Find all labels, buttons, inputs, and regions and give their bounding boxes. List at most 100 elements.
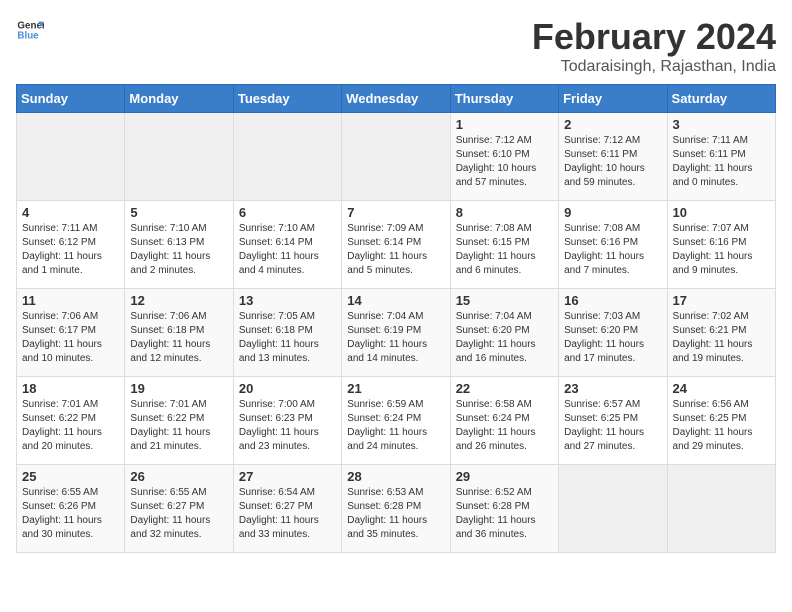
logo-icon: General Blue xyxy=(16,16,44,44)
day-info: Sunrise: 7:11 AM Sunset: 6:12 PM Dayligh… xyxy=(22,222,119,278)
day-info: Sunrise: 7:06 AM Sunset: 6:17 PM Dayligh… xyxy=(22,310,119,366)
day-number: 25 xyxy=(22,469,119,484)
day-number: 2 xyxy=(564,117,661,132)
day-info: Sunrise: 6:59 AM Sunset: 6:24 PM Dayligh… xyxy=(347,398,444,454)
col-header-friday: Friday xyxy=(559,85,667,113)
svg-text:Blue: Blue xyxy=(17,30,39,41)
day-info: Sunrise: 7:02 AM Sunset: 6:21 PM Dayligh… xyxy=(673,310,770,366)
calendar-cell: 11 Sunrise: 7:06 AM Sunset: 6:17 PM Dayli… xyxy=(17,289,125,377)
day-info: Sunrise: 7:09 AM Sunset: 6:14 PM Dayligh… xyxy=(347,222,444,278)
day-number: 23 xyxy=(564,381,661,396)
calendar-cell: 2 Sunrise: 7:12 AM Sunset: 6:11 PM Daylig… xyxy=(559,113,667,201)
day-number: 4 xyxy=(22,205,119,220)
day-info: Sunrise: 7:08 AM Sunset: 6:15 PM Dayligh… xyxy=(456,222,553,278)
day-number: 8 xyxy=(456,205,553,220)
day-number: 20 xyxy=(239,381,336,396)
day-number: 28 xyxy=(347,469,444,484)
calendar-cell: 20 Sunrise: 7:00 AM Sunset: 6:23 PM Dayli… xyxy=(233,377,341,465)
col-header-thursday: Thursday xyxy=(450,85,558,113)
calendar-week-row: 1Sunrise: 7:12 AM Sunset: 6:10 PM Daylig… xyxy=(17,113,776,201)
day-info: Sunrise: 6:55 AM Sunset: 6:27 PM Dayligh… xyxy=(130,486,227,542)
calendar-cell: 26Sunrise: 6:55 AM Sunset: 6:27 PM Dayli… xyxy=(125,465,233,553)
calendar-cell: 7 Sunrise: 7:09 AM Sunset: 6:14 PM Daylig… xyxy=(342,201,450,289)
day-number: 24 xyxy=(673,381,770,396)
calendar-cell: 6Sunrise: 7:10 AM Sunset: 6:14 PM Daylig… xyxy=(233,201,341,289)
day-info: Sunrise: 7:10 AM Sunset: 6:14 PM Dayligh… xyxy=(239,222,336,278)
calendar-cell xyxy=(17,113,125,201)
calendar-cell: 25Sunrise: 6:55 AM Sunset: 6:26 PM Dayli… xyxy=(17,465,125,553)
day-info: Sunrise: 7:04 AM Sunset: 6:20 PM Dayligh… xyxy=(456,310,553,366)
calendar-week-row: 11 Sunrise: 7:06 AM Sunset: 6:17 PM Dayli… xyxy=(17,289,776,377)
calendar-cell: 4 Sunrise: 7:11 AM Sunset: 6:12 PM Daylig… xyxy=(17,201,125,289)
logo: General Blue xyxy=(16,16,44,44)
day-number: 1 xyxy=(456,117,553,132)
calendar-header-row: SundayMondayTuesdayWednesdayThursdayFrid… xyxy=(17,85,776,113)
day-number: 5 xyxy=(130,205,227,220)
calendar-cell: 3 Sunrise: 7:11 AM Sunset: 6:11 PM Daylig… xyxy=(667,113,775,201)
calendar-cell: 14 Sunrise: 7:04 AM Sunset: 6:19 PM Dayli… xyxy=(342,289,450,377)
calendar-cell: 8 Sunrise: 7:08 AM Sunset: 6:15 PM Daylig… xyxy=(450,201,558,289)
calendar-cell: 13 Sunrise: 7:05 AM Sunset: 6:18 PM Dayli… xyxy=(233,289,341,377)
calendar-week-row: 25Sunrise: 6:55 AM Sunset: 6:26 PM Dayli… xyxy=(17,465,776,553)
calendar-cell: 28 Sunrise: 6:53 AM Sunset: 6:28 PM Dayli… xyxy=(342,465,450,553)
day-number: 21 xyxy=(347,381,444,396)
day-number: 9 xyxy=(564,205,661,220)
day-number: 7 xyxy=(347,205,444,220)
day-number: 18 xyxy=(22,381,119,396)
calendar-cell: 18 Sunrise: 7:01 AM Sunset: 6:22 PM Dayli… xyxy=(17,377,125,465)
day-info: Sunrise: 6:53 AM Sunset: 6:28 PM Dayligh… xyxy=(347,486,444,542)
day-info: Sunrise: 7:06 AM Sunset: 6:18 PM Dayligh… xyxy=(130,310,227,366)
calendar-cell: 22 Sunrise: 6:58 AM Sunset: 6:24 PM Dayli… xyxy=(450,377,558,465)
day-info: Sunrise: 6:52 AM Sunset: 6:28 PM Dayligh… xyxy=(456,486,553,542)
calendar-cell: 5 Sunrise: 7:10 AM Sunset: 6:13 PM Daylig… xyxy=(125,201,233,289)
calendar-cell xyxy=(559,465,667,553)
calendar-week-row: 4 Sunrise: 7:11 AM Sunset: 6:12 PM Daylig… xyxy=(17,201,776,289)
day-number: 10 xyxy=(673,205,770,220)
day-info: Sunrise: 7:11 AM Sunset: 6:11 PM Dayligh… xyxy=(673,134,770,190)
location-title: Todaraisingh, Rajasthan, India xyxy=(532,58,776,76)
calendar-cell: 17 Sunrise: 7:02 AM Sunset: 6:21 PM Dayli… xyxy=(667,289,775,377)
calendar-cell: 1Sunrise: 7:12 AM Sunset: 6:10 PM Daylig… xyxy=(450,113,558,201)
day-number: 29 xyxy=(456,469,553,484)
calendar-cell xyxy=(342,113,450,201)
day-info: Sunrise: 7:04 AM Sunset: 6:19 PM Dayligh… xyxy=(347,310,444,366)
day-info: Sunrise: 7:00 AM Sunset: 6:23 PM Dayligh… xyxy=(239,398,336,454)
calendar-cell xyxy=(125,113,233,201)
day-info: Sunrise: 6:57 AM Sunset: 6:25 PM Dayligh… xyxy=(564,398,661,454)
calendar-cell: 24 Sunrise: 6:56 AM Sunset: 6:25 PM Dayli… xyxy=(667,377,775,465)
title-area: February 2024 Todaraisingh, Rajasthan, I… xyxy=(532,16,776,76)
col-header-monday: Monday xyxy=(125,85,233,113)
month-title: February 2024 xyxy=(532,16,776,58)
day-info: Sunrise: 6:58 AM Sunset: 6:24 PM Dayligh… xyxy=(456,398,553,454)
calendar-cell: 16Sunrise: 7:03 AM Sunset: 6:20 PM Dayli… xyxy=(559,289,667,377)
day-number: 12 xyxy=(130,293,227,308)
day-number: 13 xyxy=(239,293,336,308)
calendar-cell: 19Sunrise: 7:01 AM Sunset: 6:22 PM Dayli… xyxy=(125,377,233,465)
day-info: Sunrise: 6:56 AM Sunset: 6:25 PM Dayligh… xyxy=(673,398,770,454)
calendar-cell: 23 Sunrise: 6:57 AM Sunset: 6:25 PM Dayli… xyxy=(559,377,667,465)
day-info: Sunrise: 7:10 AM Sunset: 6:13 PM Dayligh… xyxy=(130,222,227,278)
calendar-cell: 12 Sunrise: 7:06 AM Sunset: 6:18 PM Dayli… xyxy=(125,289,233,377)
calendar-cell: 15Sunrise: 7:04 AM Sunset: 6:20 PM Dayli… xyxy=(450,289,558,377)
day-info: Sunrise: 7:05 AM Sunset: 6:18 PM Dayligh… xyxy=(239,310,336,366)
day-number: 22 xyxy=(456,381,553,396)
col-header-tuesday: Tuesday xyxy=(233,85,341,113)
calendar-cell: 21 Sunrise: 6:59 AM Sunset: 6:24 PM Dayli… xyxy=(342,377,450,465)
day-number: 17 xyxy=(673,293,770,308)
col-header-wednesday: Wednesday xyxy=(342,85,450,113)
calendar-table: SundayMondayTuesdayWednesdayThursdayFrid… xyxy=(16,84,776,553)
header: General Blue February 2024 Todaraisingh,… xyxy=(16,16,776,76)
day-info: Sunrise: 6:54 AM Sunset: 6:27 PM Dayligh… xyxy=(239,486,336,542)
calendar-cell: 29 Sunrise: 6:52 AM Sunset: 6:28 PM Dayli… xyxy=(450,465,558,553)
day-info: Sunrise: 7:01 AM Sunset: 6:22 PM Dayligh… xyxy=(22,398,119,454)
day-number: 14 xyxy=(347,293,444,308)
day-number: 27 xyxy=(239,469,336,484)
day-number: 3 xyxy=(673,117,770,132)
day-info: Sunrise: 7:07 AM Sunset: 6:16 PM Dayligh… xyxy=(673,222,770,278)
day-info: Sunrise: 7:08 AM Sunset: 6:16 PM Dayligh… xyxy=(564,222,661,278)
day-info: Sunrise: 7:12 AM Sunset: 6:11 PM Dayligh… xyxy=(564,134,661,190)
calendar-cell xyxy=(233,113,341,201)
day-number: 11 xyxy=(22,293,119,308)
calendar-cell: 27 Sunrise: 6:54 AM Sunset: 6:27 PM Dayli… xyxy=(233,465,341,553)
calendar-cell xyxy=(667,465,775,553)
